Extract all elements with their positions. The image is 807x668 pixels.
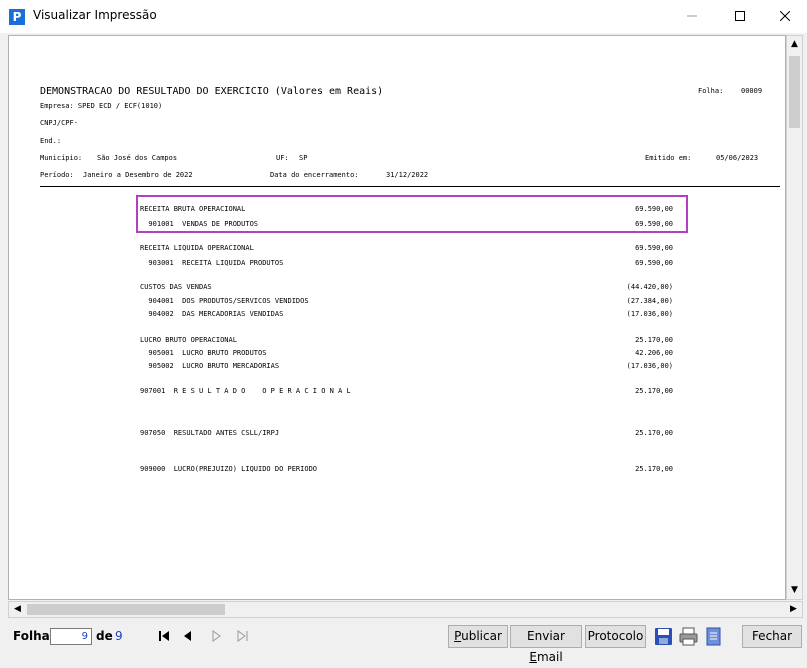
cnpj-line: CNPJ/CPF·: [40, 119, 78, 127]
line-909000: 909000 LUCRO(PREJUIZO) LIQUIDO DO PERIOD…: [140, 465, 318, 473]
print-button[interactable]: [677, 625, 700, 648]
save-icon: [655, 628, 672, 645]
report-title: DEMONSTRACAO DO RESULTADO DO EXERCICIO (…: [40, 86, 384, 97]
amount-905002: (17.036,00): [626, 362, 673, 370]
municipio-label: Município:: [40, 154, 83, 162]
municipio-value: São José dos Campos: [97, 154, 178, 162]
prev-page-button[interactable]: [177, 627, 199, 645]
maximize-icon: [735, 11, 745, 21]
last-page-icon: [237, 630, 248, 642]
protocolo-button[interactable]: Protocolo: [585, 625, 646, 648]
maximize-button[interactable]: [717, 0, 763, 33]
page-total: 9: [115, 629, 123, 643]
first-page-icon: [159, 631, 169, 641]
line-905001: 905001 LUCRO BRUTO PRODUTOS: [140, 349, 267, 357]
encerramento-label: Data do encerramento:: [270, 171, 359, 179]
enviar-email-button[interactable]: Enviar Email: [510, 625, 582, 664]
line-lucro-bruto: LUCRO BRUTO OPERACIONAL: [140, 336, 237, 344]
minimize-icon: [687, 15, 697, 17]
report-viewer[interactable]: DEMONSTRACAO DO RESULTADO DO EXERCICIO (…: [8, 35, 786, 600]
amount-receita-liquida: 69.590,00: [635, 244, 673, 252]
line-904002: 904002 DAS MERCADORIAS VENDIDAS: [140, 310, 284, 318]
window-title: Visualizar Impressão: [33, 8, 157, 22]
amount-905001: 42.206,00: [635, 349, 673, 357]
close-icon: [780, 11, 790, 21]
amount-907050: 25.170,00: [635, 429, 673, 437]
line-receita-bruta: RECEITA BRUTA OPERACIONAL: [140, 205, 246, 213]
amount-custos-vendas: (44.420,00): [626, 283, 673, 291]
uf-label: UF:: [276, 154, 289, 162]
periodo-value: Janeiro a Desembro de 2022: [83, 171, 193, 179]
line-904001: 904001 DOS PRODUTOS/SERVICOS VENDIDOS: [140, 297, 309, 305]
enviar-suffix: mail: [536, 650, 563, 664]
save-button[interactable]: [652, 625, 675, 648]
uf-value: SP: [299, 154, 308, 162]
scroll-left-icon[interactable]: ◀: [9, 602, 26, 617]
header-divider: [40, 186, 780, 187]
protocolo-label: Protocolo: [587, 629, 644, 643]
scroll-down-icon[interactable]: ▼: [787, 582, 802, 599]
amount-receita-bruta: 69.590,00: [635, 205, 673, 213]
amount-904001: (27.384,00): [626, 297, 673, 305]
encerramento-value: 31/12/2022: [386, 171, 429, 179]
folha-nav-label: Folha: [13, 629, 50, 643]
end-line: End.:: [40, 137, 62, 145]
amount-904002: (17.036,00): [626, 310, 673, 318]
amount-lucro-bruto: 25.170,00: [635, 336, 673, 344]
enviar-prefix: Enviar: [527, 629, 565, 643]
de-label: de: [96, 629, 113, 643]
title-bar: P Visualizar Impressão: [0, 0, 807, 33]
periodo-label: Período:: [40, 171, 74, 179]
line-receita-liquida: RECEITA LIQUIDA OPERACIONAL: [140, 244, 254, 252]
page-number-input[interactable]: 9: [50, 628, 92, 645]
line-905002: 905002 LUCRO BRUTO MERCADORIAS: [140, 362, 280, 370]
next-page-button[interactable]: [205, 627, 227, 645]
publicar-label: ublicar: [461, 629, 502, 643]
line-901001: 901001 VENDAS DE PRODUTOS: [140, 220, 259, 228]
minimize-button[interactable]: [669, 0, 715, 33]
empresa-line: Empresa: SPED ECD / ECF(1010): [40, 102, 163, 110]
first-page-button[interactable]: [153, 627, 175, 645]
vertical-scrollbar[interactable]: ▲ ▼: [786, 35, 803, 600]
publicar-button[interactable]: Publicar: [448, 625, 508, 648]
line-907001: 907001 R E S U L T A D O O P E R A C I O…: [140, 387, 351, 395]
amount-907001: 25.170,00: [635, 387, 673, 395]
next-page-icon: [212, 630, 221, 642]
enviar-mnemonic: E: [529, 650, 537, 664]
fechar-label: Fechar: [751, 629, 793, 643]
emitido-value: 05/06/2023: [716, 154, 759, 162]
line-907050: 907050 RESULTADO ANTES CSLL/IRPJ: [140, 429, 280, 437]
amount-909000: 25.170,00: [635, 465, 673, 473]
printer-icon: [679, 627, 698, 646]
fechar-button[interactable]: Fechar: [742, 625, 802, 648]
folha-label: Folha:: [698, 87, 724, 95]
prev-page-icon: [184, 631, 191, 641]
folha-value: 00009: [741, 87, 763, 95]
export-button[interactable]: [702, 625, 725, 648]
emitido-label: Emitido em:: [645, 154, 692, 162]
amount-903001: 69.590,00: [635, 259, 673, 267]
amount-901001: 69.590,00: [635, 220, 673, 228]
line-custos-vendas: CUSTOS DAS VENDAS: [140, 283, 212, 291]
horizontal-scroll-thumb[interactable]: [27, 604, 225, 615]
close-button[interactable]: [762, 0, 807, 33]
scroll-right-icon[interactable]: ▶: [785, 602, 802, 617]
line-903001: 903001 RECEITA LIQUIDA PRODUTOS: [140, 259, 284, 267]
last-page-button[interactable]: [232, 627, 254, 645]
vertical-scroll-thumb[interactable]: [789, 56, 800, 128]
scroll-up-icon[interactable]: ▲: [787, 36, 802, 53]
app-icon: P: [9, 9, 25, 25]
horizontal-scrollbar[interactable]: ◀ ▶: [8, 601, 803, 618]
document-icon: [706, 627, 721, 646]
